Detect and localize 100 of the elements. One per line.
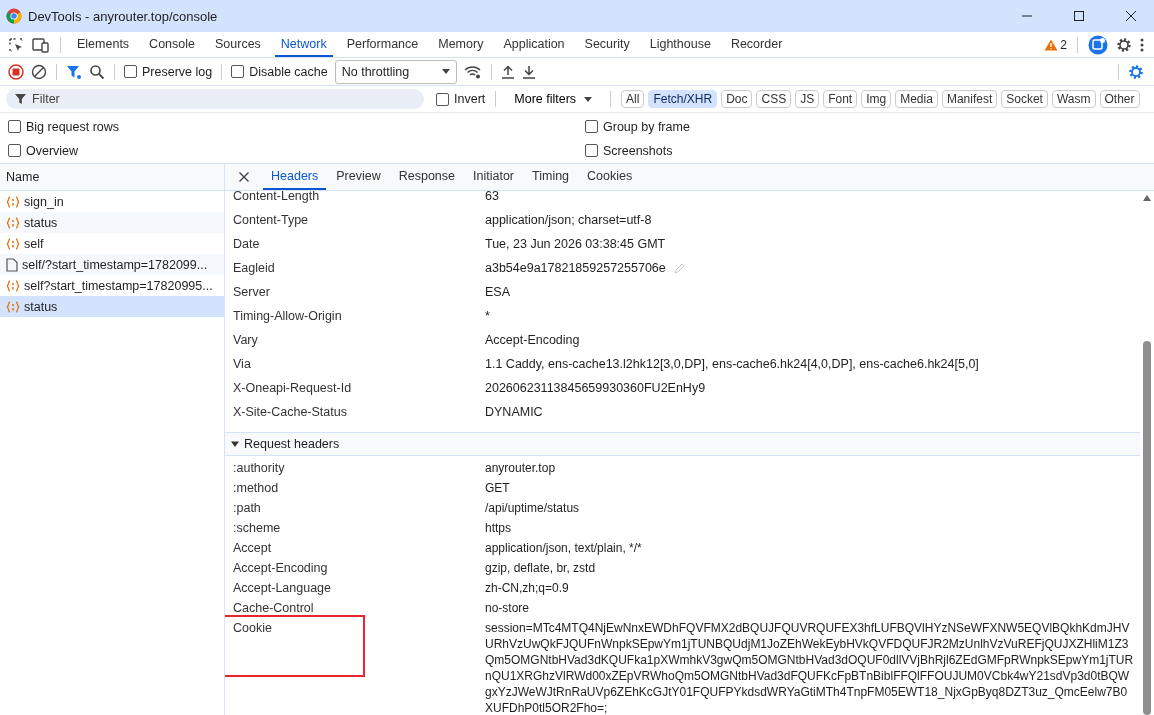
invert-checkbox[interactable] bbox=[436, 92, 449, 106]
type-filter-chip[interactable]: CSS bbox=[756, 90, 792, 108]
filter-icon bbox=[15, 94, 26, 104]
header-name: Cookie bbox=[233, 620, 273, 637]
preserve-log-checkbox[interactable] bbox=[124, 65, 137, 78]
header-name: :authority bbox=[233, 460, 286, 477]
panel-tab[interactable]: Console bbox=[143, 32, 201, 57]
clear-icon[interactable] bbox=[31, 63, 47, 80]
more-filters-dropdown[interactable]: More filters bbox=[506, 92, 601, 106]
request-name: self?start_timestamp=17820995... bbox=[24, 278, 213, 293]
header-value: DYNAMIC bbox=[485, 405, 543, 419]
detail-tab[interactable]: Cookies bbox=[579, 164, 641, 190]
header-name: :scheme bbox=[233, 520, 282, 537]
panel-tab[interactable]: Security bbox=[578, 32, 636, 57]
browser-logo-icon bbox=[6, 8, 22, 24]
header-value: 1.1 Caddy, ens-cache13.l2hk12[3,0,DP], ens-cache6.hk24[4,0,DP], ens-cache6.hk24[5,0] bbox=[485, 357, 979, 371]
header-value: Accept-Encoding bbox=[485, 333, 580, 347]
header-value: zh-CN,zh;q=0.9 bbox=[485, 580, 570, 596]
option-checkbox[interactable] bbox=[8, 120, 21, 133]
request-name: status bbox=[24, 215, 58, 230]
header-value: Tue, 23 Jun 2026 03:38:45 GMT bbox=[485, 237, 666, 251]
detail-tab[interactable]: Initiator bbox=[465, 164, 522, 190]
close-icon[interactable] bbox=[239, 172, 249, 182]
detail-tab[interactable]: Headers bbox=[263, 164, 327, 190]
type-filter-chip[interactable]: Manifest bbox=[941, 90, 998, 108]
request-row[interactable]: self/?start_timestamp=1782099... bbox=[0, 254, 224, 275]
window-title: DevTools - anyrouter.top/console bbox=[28, 8, 218, 24]
request-name: self bbox=[24, 236, 44, 251]
type-filter-chip[interactable]: All bbox=[621, 90, 645, 108]
header-name: Date bbox=[233, 237, 261, 251]
request-name: status bbox=[24, 299, 58, 314]
type-filter-chip[interactable]: Socket bbox=[1001, 90, 1048, 108]
settings-icon[interactable] bbox=[1116, 36, 1132, 53]
detail-tab[interactable]: Preview bbox=[328, 164, 389, 190]
wifi-settings-icon[interactable] bbox=[463, 64, 482, 79]
type-filter-chip[interactable]: Media bbox=[895, 90, 938, 108]
header-name: Server bbox=[233, 285, 271, 299]
record-stop-icon[interactable] bbox=[8, 63, 24, 80]
more-icon[interactable] bbox=[1140, 37, 1144, 52]
close-icon[interactable] bbox=[1125, 10, 1137, 22]
panel-tab[interactable]: Performance bbox=[340, 32, 425, 57]
header-name: Eagleid bbox=[233, 261, 276, 275]
type-filter-chip[interactable]: Wasm bbox=[1051, 90, 1096, 108]
header-value: session=MTc4MTQ4NjEwNnxEWDhFQVFMX2dBQUJFQUVRQUFEX3hfLUFBQVlHYzNSeWFXNW5EQVlBQkhKdmJHVURhVzUwQkFJQUFnWnpkSEpwYm1jTUNBQUdjM1JoZEhWekEybHVkQVFDQUFJR2MzUnlhVzVuREFjQUJXZHliM1Z3Qm5OMGNtbHVad3dKQUFka1pXWmhkV3gwQm5OMGNtbHVad3dOQUF0dllVVjBhRjl6ZEdGMFpRWnpkSEpwYm1jTURnQU1XRGhzVlRWd00xZEpVRWhoQm5OMGNtbHVad3dFQUFKcFpBTnBiblFFQlFFOUJUM0VCbk4wY21sdVp3d0tBQWgxYzJWeWJtRnRaUVp6ZEhKcGJtY01FQUFPYkdsdWRYaGtiMTh4TnpFM05EWT18_NjxGpByq8DZT3uz_QmcEelw7B0XUFDhP0tl5OR2Fho=; bbox=[485, 620, 1135, 715]
header-value: /api/uptime/status bbox=[485, 500, 581, 516]
settings-icon[interactable] bbox=[1128, 63, 1144, 80]
request-row[interactable]: sign_in bbox=[0, 191, 224, 212]
type-filter-chip[interactable]: Img bbox=[861, 90, 892, 108]
header-value: https bbox=[485, 520, 512, 536]
warning-icon[interactable] bbox=[1044, 38, 1059, 51]
throttling-dropdown[interactable]: No throttling bbox=[334, 59, 457, 84]
type-filter-chip[interactable]: Doc bbox=[721, 90, 753, 108]
header-name: :path bbox=[233, 500, 262, 517]
type-filter-chip[interactable]: Font bbox=[823, 90, 858, 108]
feedback-icon[interactable] bbox=[1088, 34, 1108, 55]
device-icon[interactable] bbox=[32, 36, 50, 53]
inspect-icon[interactable] bbox=[8, 36, 24, 53]
option-checkbox[interactable] bbox=[8, 144, 21, 157]
download-icon[interactable] bbox=[521, 64, 536, 79]
request-row[interactable]: status bbox=[0, 296, 224, 317]
panel-tab[interactable]: Lighthouse bbox=[643, 32, 717, 57]
request-row[interactable]: self?start_timestamp=17820995... bbox=[0, 275, 224, 296]
detail-tab[interactable]: Response bbox=[390, 164, 463, 190]
document-icon bbox=[6, 257, 18, 272]
header-name: Via bbox=[233, 357, 252, 371]
warning-count: 2 bbox=[1060, 37, 1067, 52]
panel-tab[interactable]: Network bbox=[274, 32, 333, 57]
caret-icon bbox=[584, 96, 593, 102]
maximize-icon[interactable] bbox=[1073, 10, 1085, 22]
scroll-up-icon[interactable] bbox=[1143, 195, 1151, 201]
header-name: X-Oneapi-Request-Id bbox=[233, 381, 353, 395]
panel-tab[interactable]: Recorder bbox=[724, 32, 789, 57]
section-header[interactable]: Request headers bbox=[225, 432, 1140, 456]
search-icon[interactable] bbox=[89, 63, 105, 80]
option-checkbox[interactable] bbox=[585, 144, 598, 157]
type-filter-chip[interactable]: Other bbox=[1099, 90, 1140, 108]
upload-icon[interactable] bbox=[500, 64, 515, 79]
request-row[interactable]: self bbox=[0, 233, 224, 254]
filter-icon[interactable] bbox=[66, 63, 82, 80]
option-checkbox[interactable] bbox=[585, 120, 598, 133]
checkbox-label: Disable cache bbox=[249, 64, 328, 79]
panel-tab[interactable]: Sources bbox=[209, 32, 267, 57]
panel-tab[interactable]: Application bbox=[497, 32, 571, 57]
detail-tab[interactable]: Timing bbox=[524, 164, 578, 190]
header-value: anyrouter.top bbox=[485, 460, 557, 476]
panel-tab[interactable]: Elements bbox=[71, 32, 136, 57]
section-title: Request headers bbox=[244, 437, 340, 451]
header-name: :method bbox=[233, 480, 280, 497]
header-value: 63 bbox=[485, 189, 499, 203]
panel-tab[interactable]: Memory bbox=[432, 32, 490, 57]
disable-cache-checkbox[interactable] bbox=[231, 65, 245, 78]
xhr-icon bbox=[6, 195, 20, 208]
filter-field[interactable]: Filter bbox=[6, 89, 424, 109]
header-name: Accept bbox=[233, 540, 273, 557]
checkbox-label: Screenshots bbox=[603, 143, 673, 158]
xhr-icon bbox=[6, 237, 20, 250]
type-filter-chip[interactable]: Fetch/XHR bbox=[648, 90, 718, 108]
request-row[interactable]: status bbox=[0, 212, 224, 233]
header-name: Content-Type bbox=[233, 213, 310, 227]
type-filter-chip[interactable]: JS bbox=[795, 90, 820, 108]
